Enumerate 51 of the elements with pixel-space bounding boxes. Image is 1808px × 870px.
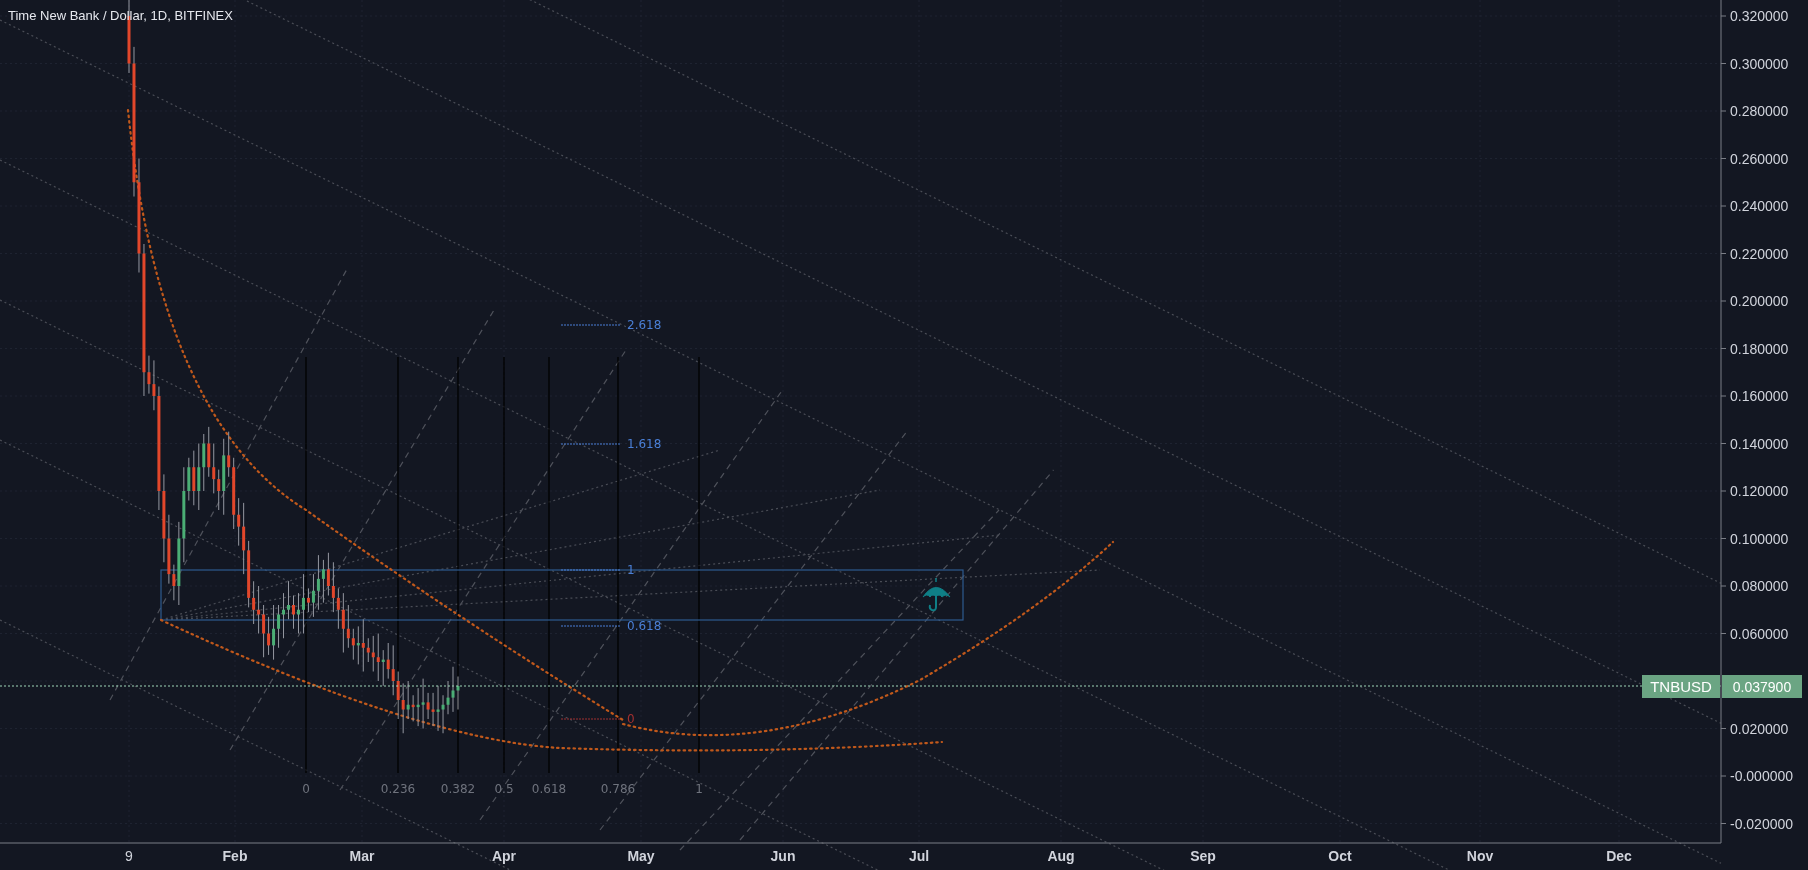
price-axis-label: -0.000000 <box>1730 768 1794 784</box>
time-axis-label: Sep <box>1190 848 1216 864</box>
time-axis-label: Oct <box>1328 848 1352 864</box>
price-axis-label: 0.020000 <box>1730 720 1789 737</box>
fib-time-label: 0.786 <box>600 782 636 796</box>
time-axis-label: Dec <box>1606 848 1632 864</box>
fib-level-line <box>560 324 622 326</box>
fib-time-label: 1 <box>695 782 703 796</box>
price-axis-label: 0.320000 <box>1730 8 1789 24</box>
price-axis-label: 0.280000 <box>1730 103 1789 119</box>
time-axis-label: Apr <box>491 848 517 864</box>
fib-level-label: 1 <box>627 563 635 577</box>
candlestick <box>292 595 295 630</box>
price-axis-label: -0.020000 <box>1730 815 1794 832</box>
fib-time-label: 0.5 <box>494 782 514 796</box>
fib-level-label: 2.618 <box>627 318 662 332</box>
price-axis-label: 0.080000 <box>1730 578 1789 594</box>
symbol-tag: TNBUSD <box>1642 675 1720 698</box>
fib-level-line <box>560 443 622 445</box>
time-axis-label: Nov <box>1466 848 1494 864</box>
fib-time-label: 0.236 <box>380 782 416 796</box>
fib-level-line <box>560 718 622 720</box>
time-axis-label: Jun <box>770 848 796 864</box>
price-tag: 0.037900 <box>1722 675 1802 698</box>
price-axis-label: 0.200000 <box>1730 293 1789 309</box>
fib-level-label: 0 <box>627 712 635 726</box>
price-axis-label: 0.160000 <box>1730 388 1789 404</box>
fib-time-label: 0.618 <box>531 782 567 796</box>
time-axis-label: Mar <box>349 848 375 864</box>
time-axis-label: May <box>627 848 655 864</box>
price-axis-label: 0.260000 <box>1730 150 1789 167</box>
price-axis-label: 0.100000 <box>1730 530 1789 547</box>
fib-level-label: 0.618 <box>627 619 662 633</box>
time-axis-label: Aug <box>1047 848 1075 864</box>
fib-time-label: 0.382 <box>440 782 476 796</box>
price-axis-label: 0.240000 <box>1730 198 1789 214</box>
price-axis-label: 0.060000 <box>1730 625 1789 642</box>
price-axis-label: 0.300000 <box>1730 55 1789 72</box>
time-axis-label: Jul <box>908 848 930 864</box>
fib-level-line <box>560 625 622 627</box>
umbrella-icon <box>922 577 951 612</box>
price-axis-label: 0.180000 <box>1730 340 1789 357</box>
fib-level-label: 1.618 <box>627 437 662 451</box>
price-axis-label: 0.140000 <box>1730 435 1789 452</box>
price-axis-label: 0.220000 <box>1730 245 1789 262</box>
chart-title: Time New Bank / Dollar, 1D, BITFINEX <box>8 8 233 23</box>
price-axis-label: 0.120000 <box>1730 483 1789 499</box>
time-axis-label: 9 <box>125 848 133 864</box>
fib-level-line <box>560 569 622 571</box>
fib-time-label: 0 <box>302 782 310 796</box>
time-axis-label: Feb <box>222 848 248 864</box>
